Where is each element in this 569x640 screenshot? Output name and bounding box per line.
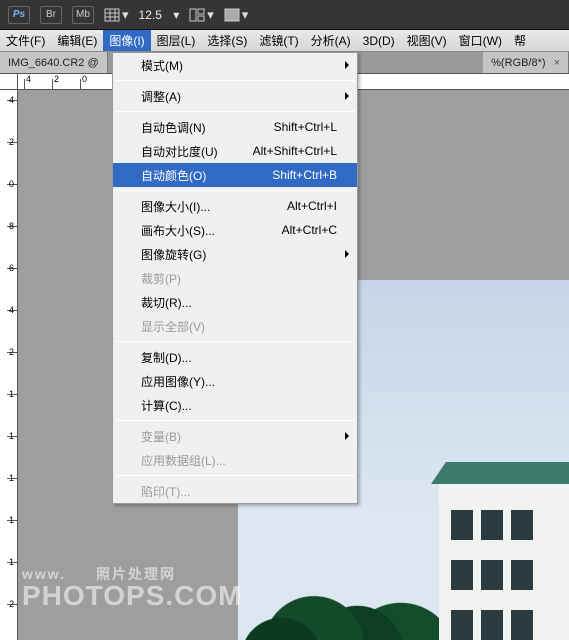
menubar-item[interactable]: 窗口(W) [453,30,508,51]
document-tab-info: %(RGB/8*) × [483,52,569,73]
menu-item: 陷印(T)... [113,479,357,503]
menu-item[interactable]: 应用图像(Y)... [113,369,357,393]
mini-bridge-button[interactable]: Mb [72,6,94,24]
menu-item[interactable]: 自动色调(N)Shift+Ctrl+L [113,115,357,139]
menubar-item[interactable]: 帮 [508,30,532,51]
image-menu-dropdown: 模式(M)调整(A)自动色调(N)Shift+Ctrl+L自动对比度(U)Alt… [112,52,358,504]
menu-separator [115,341,355,342]
view-extras-button[interactable]: ▾ [104,7,129,23]
menu-item-label: 变量(B) [141,428,337,445]
menu-item-shortcut: Alt+Ctrl+I [287,199,337,213]
document-tab[interactable]: IMG_6640.CR2 @ [0,52,108,73]
menu-item-shortcut: Alt+Ctrl+C [282,223,337,237]
ruler-corner [0,74,18,90]
menubar-item[interactable]: 图像(I) [103,30,150,51]
app-logo: Ps [8,6,30,24]
menu-item-label: 显示全部(V) [141,318,337,335]
menu-item-label: 应用图像(Y)... [141,373,337,390]
vertical-ruler: 4208642111112 [0,90,18,640]
menu-item[interactable]: 复制(D)... [113,345,357,369]
menu-item-label: 裁切(R)... [141,294,337,311]
menu-separator [115,475,355,476]
menu-separator [115,80,355,81]
submenu-arrow-icon [345,92,349,100]
menu-item[interactable]: 图像大小(I)...Alt+Ctrl+I [113,194,357,218]
menu-item[interactable]: 裁切(R)... [113,290,357,314]
menu-item[interactable]: 计算(C)... [113,393,357,417]
menu-item-shortcut: Alt+Shift+Ctrl+L [253,144,337,158]
arrange-docs-button[interactable]: ▾ [189,7,214,23]
menubar-item[interactable]: 图层(L) [151,30,202,51]
menu-item: 应用数据组(L)... [113,448,357,472]
menu-item[interactable]: 图像旋转(G) [113,242,357,266]
menubar-item[interactable]: 3D(D) [357,30,401,51]
menu-item-label: 图像大小(I)... [141,198,287,215]
menu-item-label: 陷印(T)... [141,483,337,500]
menu-item[interactable]: 模式(M) [113,53,357,77]
menu-item-label: 调整(A) [141,88,337,105]
menu-item-shortcut: Shift+Ctrl+L [274,120,337,134]
menu-item-label: 应用数据组(L)... [141,452,337,469]
menu-separator [115,111,355,112]
menu-item-label: 模式(M) [141,57,337,74]
app-toolbar: Ps Br Mb ▾ 12.5 ▾ ▾ ▾ [0,0,569,30]
watermark: www.照片处理网 PHOTOPS.COM [22,568,243,610]
zoom-level[interactable]: 12.5 ▾ [139,8,180,22]
menu-item-shortcut: Shift+Ctrl+B [272,168,337,182]
menu-item[interactable]: 调整(A) [113,84,357,108]
menu-item[interactable]: 自动颜色(O)Shift+Ctrl+B [113,163,357,187]
menubar-item[interactable]: 选择(S) [201,30,253,51]
menu-item: 裁剪(P) [113,266,357,290]
submenu-arrow-icon [345,250,349,258]
menubar-item[interactable]: 编辑(E) [51,30,103,51]
menu-item-label: 复制(D)... [141,349,337,366]
menu-bar: 文件(F)编辑(E)图像(I)图层(L)选择(S)滤镜(T)分析(A)3D(D)… [0,30,569,52]
menu-item-label: 自动对比度(U) [141,143,253,160]
menu-item-label: 自动颜色(O) [141,167,272,184]
menu-item-label: 裁剪(P) [141,270,337,287]
menubar-item[interactable]: 滤镜(T) [253,30,304,51]
submenu-arrow-icon [345,432,349,440]
menu-separator [115,190,355,191]
menu-item[interactable]: 画布大小(S)...Alt+Ctrl+C [113,218,357,242]
menu-item-label: 自动色调(N) [141,119,274,136]
menu-item-label: 图像旋转(G) [141,246,337,263]
menu-separator [115,420,355,421]
document-tab-label: IMG_6640.CR2 @ [8,57,99,69]
screen-mode-button[interactable]: ▾ [224,7,249,23]
menubar-item[interactable]: 分析(A) [305,30,357,51]
menu-item: 显示全部(V) [113,314,357,338]
close-icon[interactable]: × [554,57,560,69]
submenu-arrow-icon [345,61,349,69]
menubar-item[interactable]: 文件(F) [0,30,51,51]
menu-item-label: 计算(C)... [141,397,337,414]
menu-item[interactable]: 自动对比度(U)Alt+Shift+Ctrl+L [113,139,357,163]
bridge-button[interactable]: Br [40,6,62,24]
menu-item: 变量(B) [113,424,357,448]
menu-item-label: 画布大小(S)... [141,222,282,239]
menubar-item[interactable]: 视图(V) [401,30,453,51]
